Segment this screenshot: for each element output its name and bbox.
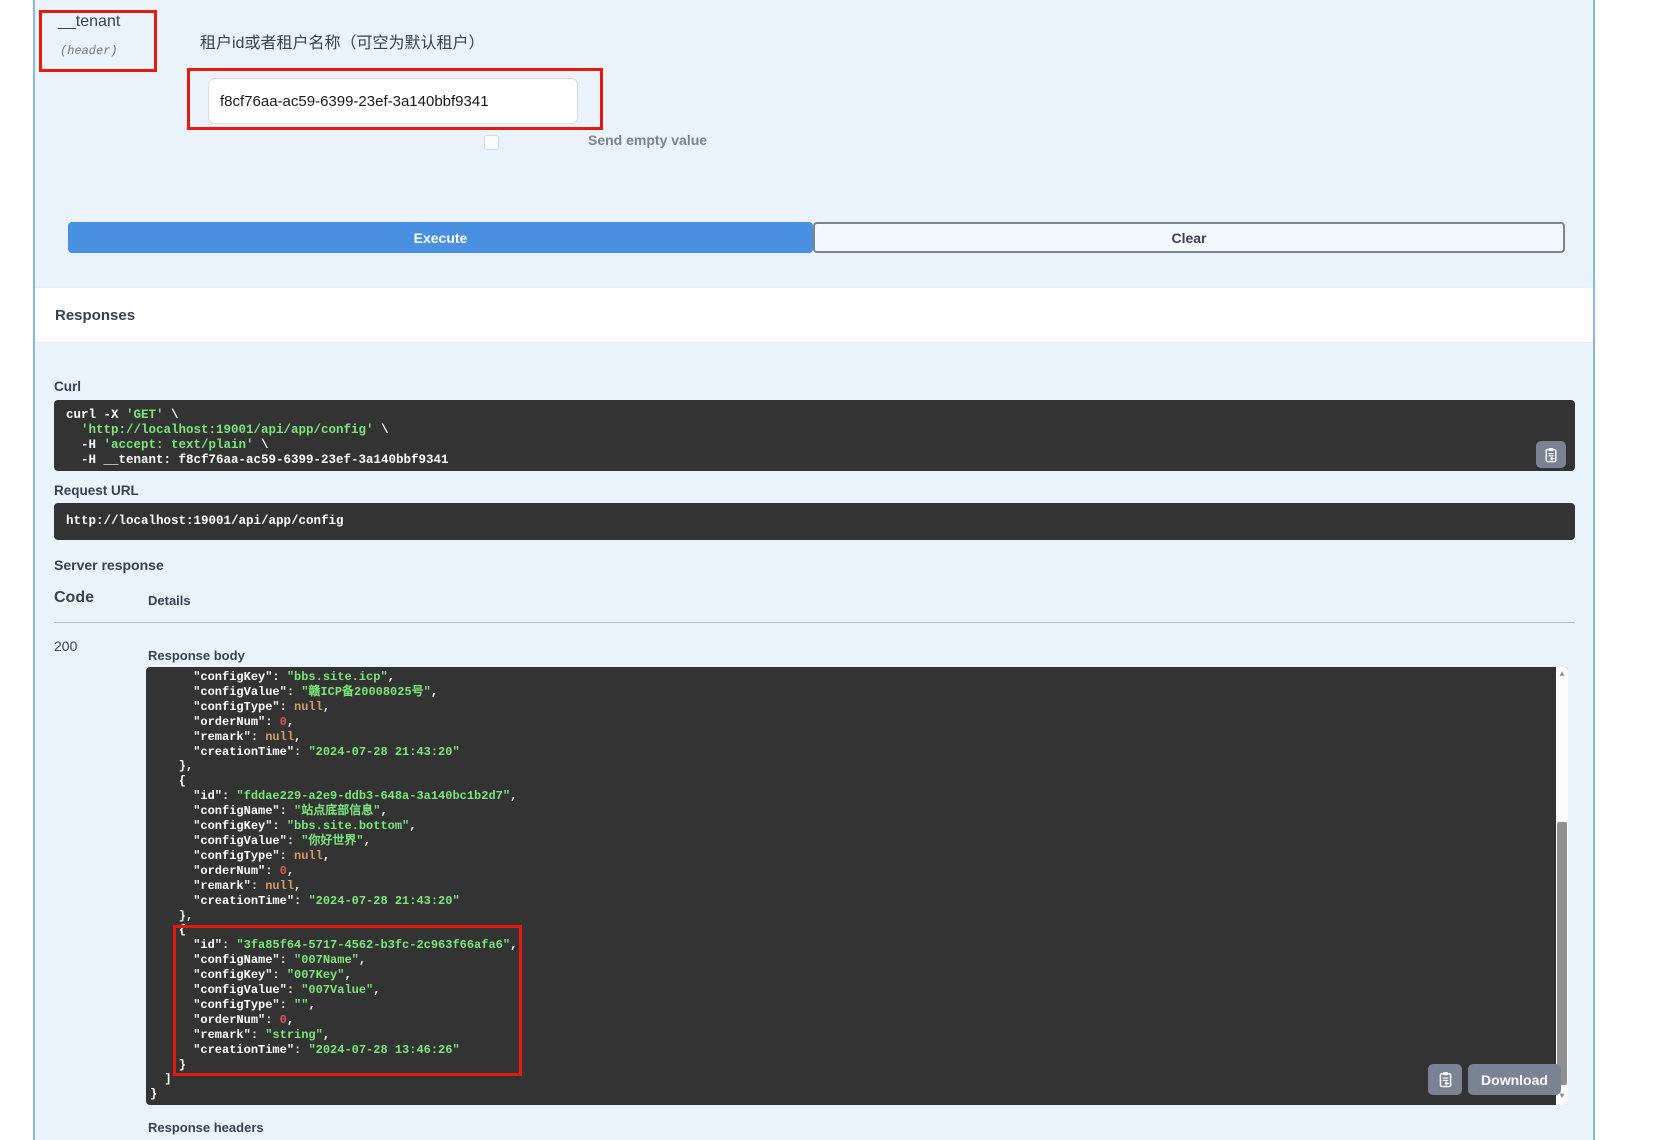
tenant-value-input[interactable] [208, 78, 578, 124]
code-line: { [150, 923, 1556, 938]
code-line: }, [150, 759, 1556, 774]
status-code: 200 [54, 638, 77, 654]
server-response-label: Server response [54, 557, 164, 573]
code-line: ] [150, 1072, 1556, 1087]
code-line: 'http://localhost:19001/api/app/config' … [66, 423, 1563, 438]
copy-curl-button[interactable] [1536, 441, 1566, 468]
response-body-label: Response body [148, 648, 245, 663]
request-url-label: Request URL [54, 483, 139, 498]
code-line: "configType": "", [150, 998, 1556, 1013]
table-divider [54, 622, 1575, 623]
code-line: "remark": null, [150, 730, 1556, 745]
code-line: "configName": "007Name", [150, 953, 1556, 968]
clipboard-copy-icon [1543, 447, 1559, 463]
parameter-name: __tenant [58, 13, 120, 31]
scrollbar-thumb[interactable] [1557, 822, 1567, 1085]
send-empty-value-label: Send empty value [588, 132, 707, 148]
code-line: "creationTime": "2024-07-28 21:43:20" [150, 745, 1556, 760]
code-line: "id": "3fa85f64-5717-4562-b3fc-2c963f66a… [150, 938, 1556, 953]
code-line: }, [150, 909, 1556, 924]
clipboard-copy-icon [1437, 1071, 1454, 1088]
request-url-value: http://localhost:19001/api/app/config [54, 503, 1575, 539]
code-column-header: Code [54, 589, 94, 607]
code-line: -H __tenant: f8cf76aa-ac59-6399-23ef-3a1… [66, 453, 1563, 468]
code-line: "configValue": "赣ICP备20008025号", [150, 685, 1556, 700]
code-line: } [150, 1087, 1556, 1102]
details-column-header: Details [148, 593, 191, 608]
code-line: "configValue": "007Value", [150, 983, 1556, 998]
code-line: "creationTime": "2024-07-28 13:46:26" [150, 1043, 1556, 1058]
swagger-ui-page: __tenant (header) 租户id或者租户名称（可空为默认租户） Se… [0, 0, 1667, 1140]
curl-label: Curl [54, 379, 81, 394]
code-line: "orderNum": 0, [150, 864, 1556, 879]
clear-button[interactable]: Clear [813, 222, 1565, 253]
copy-response-button[interactable] [1428, 1064, 1462, 1095]
code-line: "configValue": "你好世界", [150, 834, 1556, 849]
code-line: curl -X 'GET' \ [66, 408, 1563, 423]
curl-command-block: curl -X 'GET' \ 'http://localhost:19001/… [54, 400, 1575, 471]
code-line: "configType": null, [150, 849, 1556, 864]
response-body-json: "configKey": "bbs.site.icp", "configValu… [146, 667, 1556, 1102]
request-url-block: http://localhost:19001/api/app/config [54, 503, 1575, 540]
code-line: "configType": null, [150, 700, 1556, 715]
code-line: } [150, 1058, 1556, 1073]
response-body-block: "configKey": "bbs.site.icp", "configValu… [146, 667, 1568, 1105]
code-line: "configKey": "007Key", [150, 968, 1556, 983]
parameter-description: 租户id或者租户名称（可空为默认租户） [200, 29, 484, 53]
code-line: "configKey": "bbs.site.bottom", [150, 819, 1556, 834]
send-empty-value-checkbox[interactable] [484, 135, 499, 150]
code-line: "orderNum": 0, [150, 1013, 1556, 1028]
download-button[interactable]: Download [1468, 1064, 1561, 1095]
parameter-location: (header) [60, 44, 118, 58]
code-line: "configKey": "bbs.site.icp", [150, 670, 1556, 685]
scroll-up-arrow[interactable]: ▲ [1556, 669, 1568, 681]
execute-button[interactable]: Execute [68, 222, 813, 253]
code-line: { [150, 774, 1556, 789]
code-line: -H 'accept: text/plain' \ [66, 438, 1563, 453]
code-line: "creationTime": "2024-07-28 21:43:20" [150, 894, 1556, 909]
curl-command: curl -X 'GET' \ 'http://localhost:19001/… [54, 400, 1575, 471]
response-body-scrollbar[interactable]: ▲ ▼ [1556, 667, 1568, 1105]
code-line: "remark": "string", [150, 1028, 1556, 1043]
response-headers-label: Response headers [148, 1120, 264, 1135]
responses-title: Responses [55, 307, 135, 324]
code-line: "orderNum": 0, [150, 715, 1556, 730]
code-line: "remark": null, [150, 879, 1556, 894]
code-line: "id": "fddae229-a2e9-ddb3-648a-3a140bc1b… [150, 789, 1556, 804]
responses-section-header [35, 287, 1593, 343]
code-line: "configName": "站点底部信息", [150, 804, 1556, 819]
